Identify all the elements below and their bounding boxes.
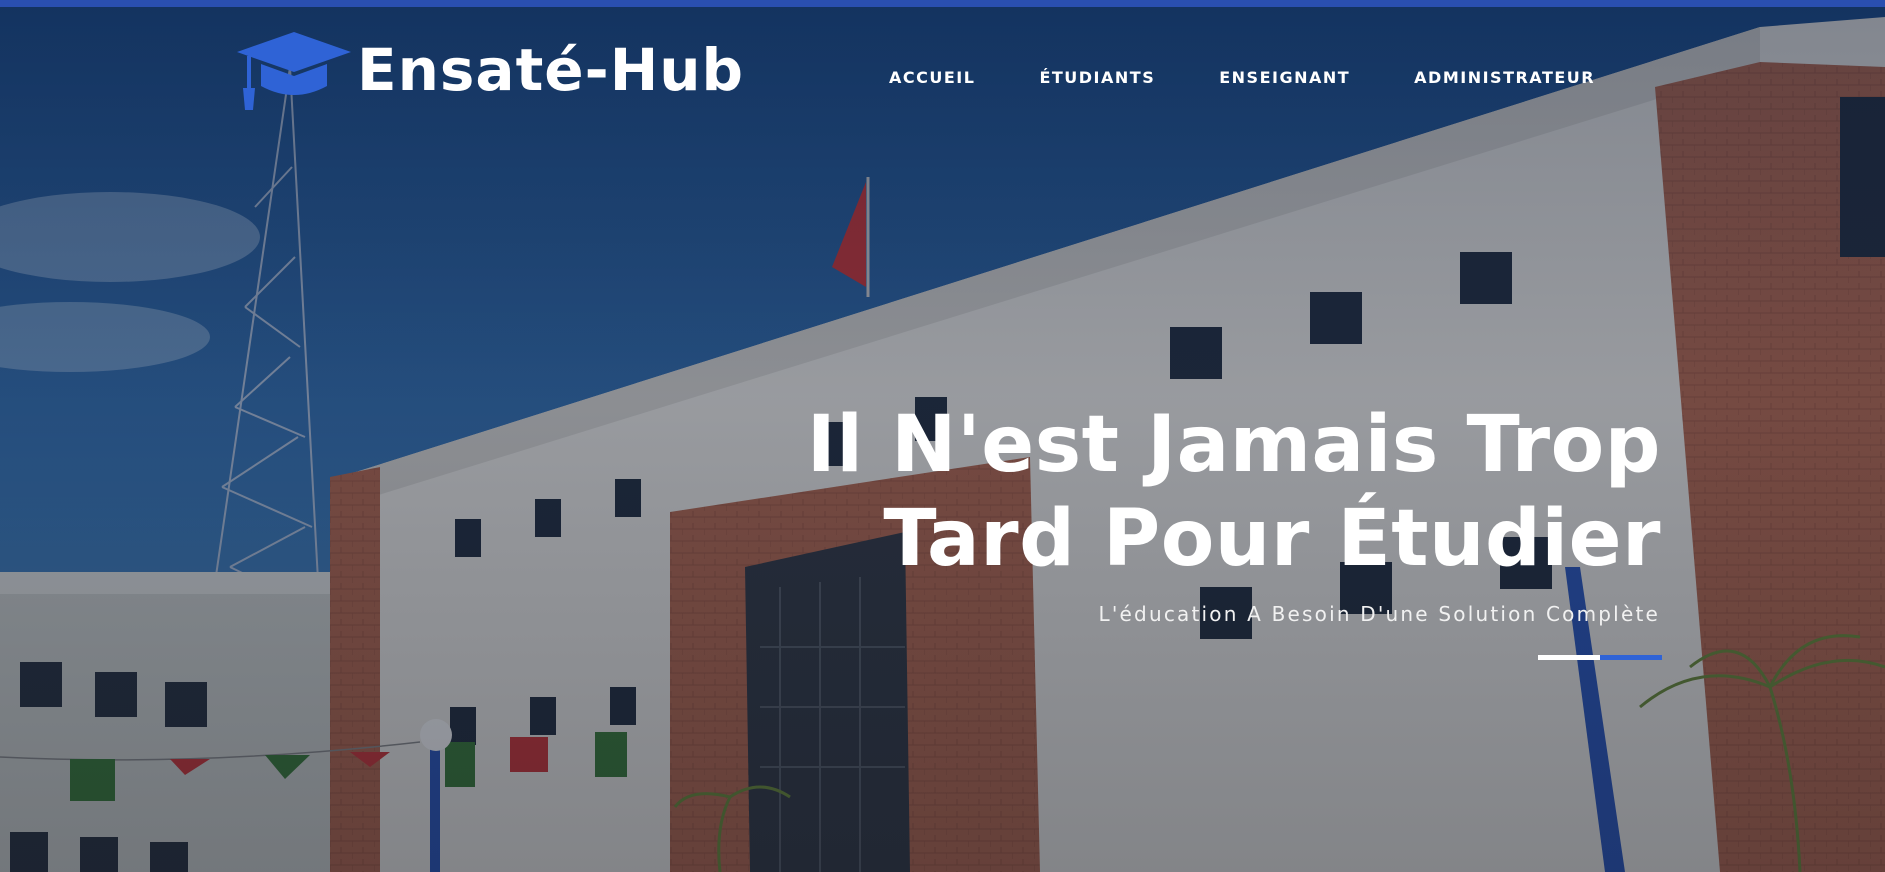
brand-name: Ensaté-Hub xyxy=(357,36,745,104)
hero-headline-line-2: Tard Pour Étudier xyxy=(883,494,1661,584)
nav-item-accueil[interactable]: ACCUEIL xyxy=(889,68,975,87)
underline-blue-segment xyxy=(1600,655,1662,660)
main-navigation: ACCUEIL ÉTUDIANTS ENSEIGNANT ADMINISTRAT… xyxy=(889,68,1595,87)
hero-underline-divider xyxy=(1538,655,1662,660)
hero-headline: Il N'est Jamais Trop Tard Pour Étudier xyxy=(807,398,1661,586)
brand-logo[interactable]: Ensaté-Hub xyxy=(235,30,744,110)
hero-headline-line-1: Il N'est Jamais Trop xyxy=(806,400,1661,490)
nav-item-etudiants[interactable]: ÉTUDIANTS xyxy=(1039,68,1155,87)
top-accent-bar xyxy=(0,0,1885,7)
graduation-cap-icon xyxy=(237,32,351,110)
underline-white-segment xyxy=(1538,655,1600,660)
hero-subtitle: L'éducation A Besoin D'une Solution Comp… xyxy=(1098,602,1660,626)
nav-item-administrateur[interactable]: ADMINISTRATEUR xyxy=(1414,68,1595,87)
nav-item-enseignant[interactable]: ENSEIGNANT xyxy=(1219,68,1350,87)
